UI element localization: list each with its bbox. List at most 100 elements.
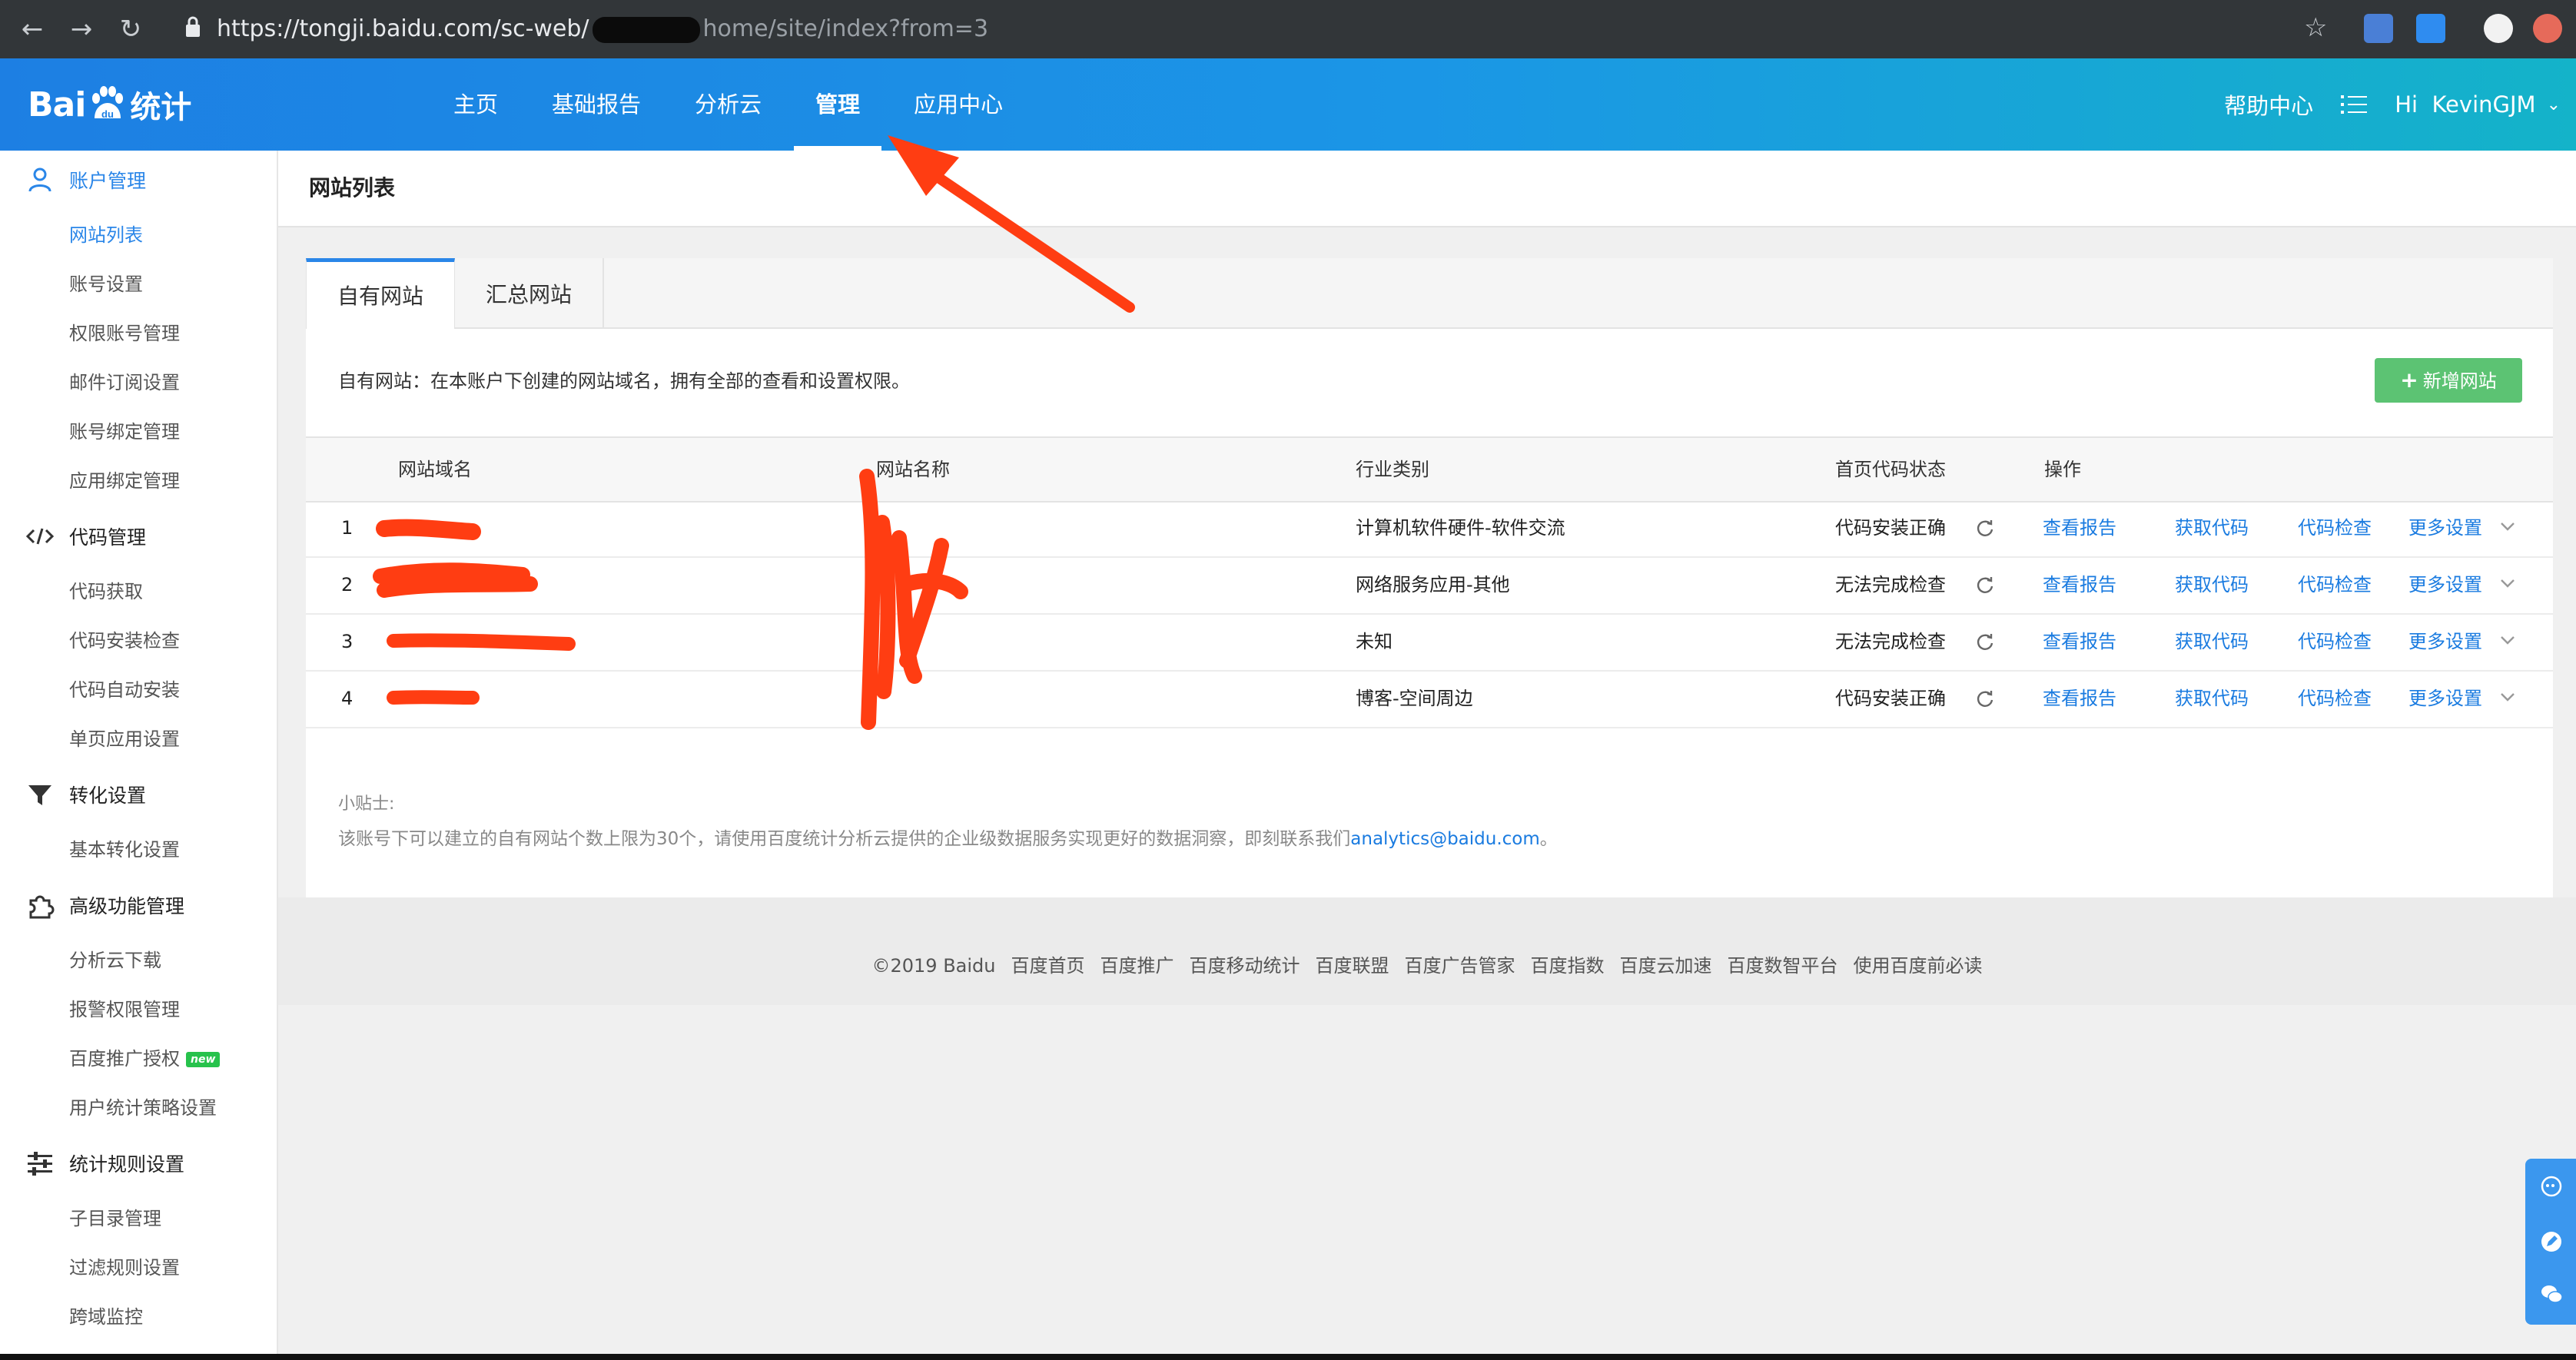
- chevron-down-icon[interactable]: [2498, 630, 2518, 650]
- tab-own-sites[interactable]: 自有网站: [306, 258, 455, 329]
- wechat-icon[interactable]: [2539, 1282, 2564, 1306]
- sidebar-item-alert-permission[interactable]: 报警权限管理: [69, 994, 180, 1025]
- chevron-down-icon[interactable]: [2498, 687, 2518, 707]
- list-menu-icon[interactable]: [2341, 94, 2368, 115]
- sidebar-item-code-auto-install[interactable]: 代码自动安装: [69, 675, 180, 705]
- site-list-panel: 自有网站 汇总网站 自有网站：在本账户下创建的网站域名，拥有全部的查看和设置权限…: [306, 258, 2553, 897]
- view-report-link[interactable]: 查看报告: [2043, 670, 2116, 727]
- extension-icon[interactable]: [2533, 14, 2562, 43]
- sidebar-group-advanced[interactable]: 高级功能管理: [0, 882, 184, 928]
- sidebar-item-site-list[interactable]: 网站列表: [69, 220, 143, 250]
- nav-management[interactable]: 管理: [792, 58, 883, 151]
- code-check-link[interactable]: 代码检查: [2298, 556, 2372, 613]
- sidebar-group-account[interactable]: 账户管理: [0, 157, 146, 203]
- more-settings-link[interactable]: 更多设置: [2408, 613, 2482, 670]
- sidebar-item-code-check[interactable]: 代码安装检查: [69, 625, 180, 656]
- sidebar-item-subdirectory[interactable]: 子目录管理: [69, 1203, 161, 1234]
- add-site-button[interactable]: + 新增网站: [2375, 358, 2522, 403]
- sidebar-item-promotion-auth[interactable]: 百度推广授权 new: [69, 1043, 221, 1074]
- sidebar-item-spa-settings[interactable]: 单页应用设置: [69, 724, 180, 755]
- sidebar-group-conversion[interactable]: 转化设置: [0, 771, 146, 818]
- nav-analytics-cloud[interactable]: 分析云: [672, 58, 785, 151]
- profile-avatar-icon[interactable]: [2484, 14, 2513, 43]
- forward-icon[interactable]: →: [66, 14, 97, 45]
- get-code-link[interactable]: 获取代码: [2175, 499, 2249, 556]
- translate-extension-icon[interactable]: [2364, 14, 2393, 43]
- sidebar-item-email-subscription[interactable]: 邮件订阅设置: [69, 367, 180, 398]
- sidebar-group-rules[interactable]: 统计规则设置: [0, 1140, 184, 1186]
- refresh-icon[interactable]: [1975, 632, 1995, 652]
- footer-link[interactable]: 百度首页: [1011, 955, 1085, 977]
- tab-description: 自有网站：在本账户下创建的网站域名，拥有全部的查看和设置权限。: [338, 370, 910, 392]
- nav-app-center[interactable]: 应用中心: [891, 58, 1026, 151]
- refresh-icon[interactable]: [1975, 688, 1995, 708]
- get-code-link[interactable]: 获取代码: [2175, 670, 2249, 727]
- footer-link[interactable]: 百度指数: [1531, 955, 1605, 977]
- url-redaction: [592, 16, 700, 43]
- sidebar-item-app-binding[interactable]: 应用绑定管理: [69, 466, 180, 496]
- chevron-down-icon[interactable]: [2498, 516, 2518, 536]
- more-settings-link[interactable]: 更多设置: [2408, 556, 2482, 613]
- sidebar-item-get-code[interactable]: 代码获取: [69, 576, 143, 607]
- code-check-link[interactable]: 代码检查: [2298, 613, 2372, 670]
- footer-link[interactable]: 百度数智平台: [1728, 955, 1838, 977]
- sliders-icon: [28, 1152, 52, 1176]
- row-index: 1: [341, 517, 354, 539]
- sidebar-item-permission-accounts[interactable]: 权限账号管理: [69, 318, 180, 349]
- footer-link[interactable]: 百度移动统计: [1190, 955, 1300, 977]
- code-icon: [25, 528, 55, 545]
- sidebar-group-label: 统计规则设置: [69, 1153, 185, 1176]
- row-industry: 计算机软件硬件-软件交流: [1356, 517, 1565, 539]
- help-center-link[interactable]: 帮助中心: [2224, 88, 2313, 121]
- row-industry: 未知: [1356, 631, 1393, 652]
- nav-home[interactable]: 主页: [430, 58, 521, 151]
- star-icon[interactable]: ☆: [2304, 12, 2327, 43]
- col-actions: 操作: [2044, 459, 2081, 480]
- reload-icon[interactable]: ↻: [115, 14, 146, 45]
- sidebar-item-user-strategy[interactable]: 用户统计策略设置: [69, 1093, 217, 1123]
- code-check-link[interactable]: 代码检查: [2298, 499, 2372, 556]
- address-bar[interactable]: https://tongji.baidu.com/sc-web/home/sit…: [217, 11, 988, 48]
- sidebar-item-basic-conversion[interactable]: 基本转化设置: [69, 834, 180, 865]
- sidebar-group-code[interactable]: 代码管理: [0, 513, 146, 559]
- footer-links: ©2019 Baidu 百度首页 百度推广 百度移动统计 百度联盟 百度广告管家 百度指数百…: [278, 897, 2576, 1034]
- row-index: 2: [341, 574, 354, 595]
- tab-summary-sites[interactable]: 汇总网站: [455, 258, 604, 327]
- new-badge: new: [186, 1052, 221, 1067]
- edit-icon[interactable]: [2539, 1229, 2564, 1254]
- get-code-link[interactable]: 获取代码: [2175, 556, 2249, 613]
- refresh-icon[interactable]: [1975, 575, 1995, 595]
- table-row: 3 未知 无法完成检查 查看报告 获取代码 代码检查 更多设置: [306, 613, 2553, 672]
- sidebar-item-filter-rules[interactable]: 过滤规则设置: [69, 1252, 180, 1283]
- user-icon: [28, 168, 51, 192]
- pen-extension-icon[interactable]: [2416, 14, 2445, 43]
- more-settings-link[interactable]: 更多设置: [2408, 499, 2482, 556]
- sidebar-item-account-settings[interactable]: 账号设置: [69, 269, 143, 300]
- sidebar-item-cross-domain[interactable]: 跨域监控: [69, 1302, 143, 1332]
- footer-link[interactable]: 百度联盟: [1316, 955, 1389, 977]
- footer-link[interactable]: 百度推广: [1100, 955, 1174, 977]
- sidebar-item-account-binding[interactable]: 账号绑定管理: [69, 416, 180, 447]
- chat-bubble-icon[interactable]: [2539, 1174, 2564, 1199]
- view-report-link[interactable]: 查看报告: [2043, 556, 2116, 613]
- code-check-link[interactable]: 代码检查: [2298, 670, 2372, 727]
- contact-email-link[interactable]: analytics@baidu.com: [1350, 829, 1540, 849]
- col-code-status: 首页代码状态: [1835, 459, 1946, 480]
- footer-link[interactable]: 百度广告管家: [1405, 955, 1515, 977]
- view-report-link[interactable]: 查看报告: [2043, 613, 2116, 670]
- footer-link[interactable]: 百度云加速: [1620, 955, 1712, 977]
- sidebar-item-cloud-download[interactable]: 分析云下载: [69, 945, 161, 976]
- user-menu[interactable]: Hi KevinGJM ⌄: [2395, 91, 2561, 118]
- footer-link[interactable]: 使用百度前必读: [1854, 955, 1983, 977]
- tips-text: 该账号下可以建立的自有网站个数上限为30个，请使用百度统计分析云提供的企业级数据…: [338, 829, 1351, 849]
- back-icon[interactable]: ←: [17, 14, 48, 45]
- more-settings-link[interactable]: 更多设置: [2408, 670, 2482, 727]
- baidu-tongji-logo[interactable]: Bai du 统计: [28, 81, 191, 128]
- view-report-link[interactable]: 查看报告: [2043, 499, 2116, 556]
- col-site-name: 网站名称: [876, 459, 950, 480]
- chevron-down-icon[interactable]: [2498, 573, 2518, 593]
- get-code-link[interactable]: 获取代码: [2175, 613, 2249, 670]
- refresh-icon[interactable]: [1975, 518, 1995, 538]
- nav-basic-reports[interactable]: 基础报告: [529, 58, 664, 151]
- browser-toolbar: ← → ↻ https://tongji.baidu.com/sc-web/ho…: [0, 0, 2576, 58]
